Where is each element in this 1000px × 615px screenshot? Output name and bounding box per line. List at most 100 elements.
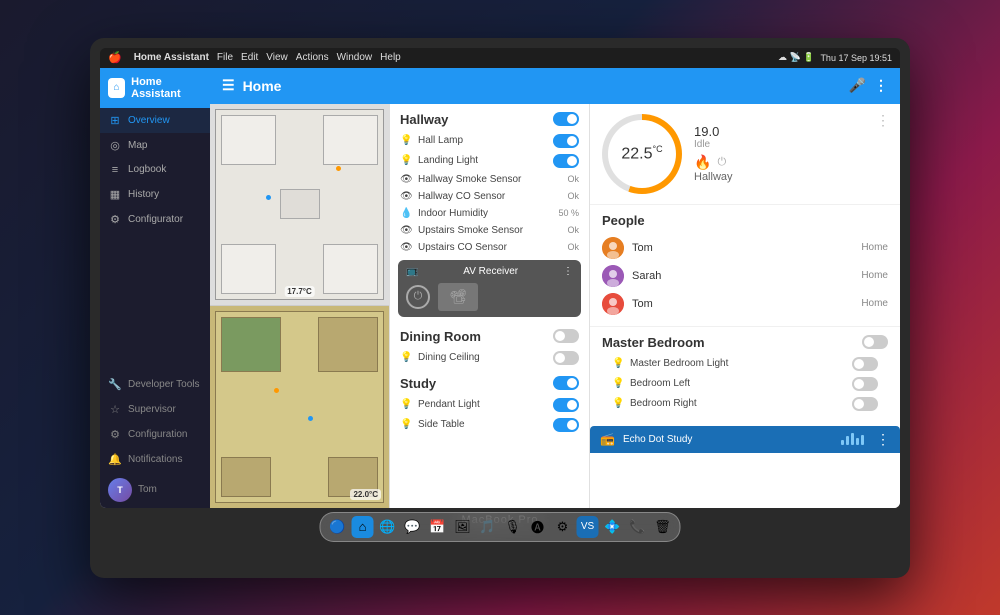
dock-podcasts[interactable]: 🎙 bbox=[502, 516, 524, 538]
dock-trash[interactable]: 🗑 bbox=[652, 516, 674, 538]
hallway-header: Hallway bbox=[390, 104, 589, 131]
menu-actions[interactable]: Actions bbox=[296, 52, 329, 63]
bar-5 bbox=[861, 435, 864, 445]
configurator-label: Configurator bbox=[128, 214, 183, 225]
dock-discord[interactable]: 💠 bbox=[602, 516, 624, 538]
upstairs-co-icon: 👁 bbox=[400, 242, 412, 253]
hallway-main-toggle[interactable] bbox=[553, 112, 579, 126]
humidity-icon: 💧 bbox=[400, 208, 412, 219]
landing-light-toggle[interactable] bbox=[553, 154, 579, 168]
master-light-toggle[interactable] bbox=[852, 357, 878, 371]
thermo-status: Idle bbox=[694, 139, 733, 150]
menu-help[interactable]: Help bbox=[380, 52, 401, 63]
screen: 🍎 Home Assistant File Edit View Actions … bbox=[100, 48, 900, 508]
landing-light-name: Landing Light bbox=[418, 155, 547, 166]
study-toggle[interactable] bbox=[553, 376, 579, 390]
echo-dot-bar[interactable]: 📻 Echo Dot Study ⋮ bbox=[590, 426, 900, 453]
thermostat-menu[interactable]: ⋮ bbox=[876, 112, 890, 129]
thermo-info: 19.0 Idle 🔥 ⏻ Hallway bbox=[694, 124, 733, 183]
menu-bar: 🍎 Home Assistant File Edit View Actions … bbox=[100, 48, 900, 68]
sidebar: ⌂ Home Assistant ⊞ Overview ◎ Map ≡ Logb… bbox=[100, 68, 210, 508]
av-card-body: ⏻ 📽 bbox=[406, 283, 573, 311]
dock-appstore[interactable]: 🅐 bbox=[527, 516, 549, 538]
person-row-tom1: Tom Home bbox=[602, 234, 888, 262]
person-photo-sarah bbox=[602, 265, 624, 287]
thermostat-circle: 22.5°C bbox=[602, 114, 682, 194]
upstairs-smoke-name: Upstairs Smoke Sensor bbox=[418, 225, 561, 236]
hall-lamp-row: 💡 Hall Lamp bbox=[390, 131, 589, 151]
sidebar-item-logbook[interactable]: ≡ Logbook bbox=[100, 158, 210, 182]
upstairs-smoke-row: 👁 Upstairs Smoke Sensor Ok bbox=[390, 222, 589, 239]
apple-logo: 🍎 bbox=[108, 51, 122, 64]
hamburger-icon[interactable]: ☰ bbox=[222, 77, 235, 94]
master-light-row: 💡 Master Bedroom Light bbox=[602, 354, 888, 374]
dock-settings[interactable]: ⚙ bbox=[552, 516, 574, 538]
smoke-sensor-icon: 👁 bbox=[400, 174, 412, 185]
sidebar-item-configurator[interactable]: ⚙ Configurator bbox=[100, 207, 210, 232]
dining-room-header: Dining Room bbox=[390, 321, 589, 348]
bar-2 bbox=[846, 436, 849, 445]
sidebar-item-map[interactable]: ◎ Map bbox=[100, 133, 210, 158]
landing-light-row: 💡 Landing Light bbox=[390, 151, 589, 171]
floor-top-temp: 17.7°C bbox=[284, 286, 315, 297]
supervisor-icon: ☆ bbox=[108, 403, 122, 416]
av-power-button[interactable]: ⏻ bbox=[406, 285, 430, 309]
main-content: ☰ Home 🎤 ⋮ bbox=[210, 68, 900, 508]
echo-more-icon[interactable]: ⋮ bbox=[876, 431, 890, 448]
sidebar-item-notifications[interactable]: 🔔 Notifications bbox=[100, 447, 210, 472]
echo-dot-icon: 📻 bbox=[600, 432, 615, 446]
floor-plans: 17.7°C bbox=[210, 104, 390, 508]
menu-view[interactable]: View bbox=[266, 52, 288, 63]
laptop-frame: 🍎 Home Assistant File Edit View Actions … bbox=[90, 38, 910, 578]
co-sensor-icon: 👁 bbox=[400, 191, 412, 202]
sidebar-item-developer[interactable]: 🔧 Developer Tools bbox=[100, 372, 210, 397]
sidebar-item-user[interactable]: T Tom bbox=[100, 472, 210, 508]
menu-window[interactable]: Window bbox=[337, 52, 373, 63]
bedroom-right-toggle[interactable] bbox=[852, 397, 878, 411]
mic-icon[interactable]: 🎤 bbox=[849, 77, 866, 94]
sidebar-item-configuration[interactable]: ⚙ Configuration bbox=[100, 422, 210, 447]
dock-photos[interactable]: 🖼 bbox=[452, 516, 474, 538]
power-icon[interactable]: ⏻ bbox=[717, 156, 726, 169]
av-more-icon[interactable]: ⋮ bbox=[563, 266, 573, 277]
dock-music[interactable]: 🎵 bbox=[477, 516, 499, 538]
sidebar-item-history[interactable]: ▦ History bbox=[100, 182, 210, 207]
sidebar-item-supervisor[interactable]: ☆ Supervisor bbox=[100, 397, 210, 422]
dining-ceiling-toggle[interactable] bbox=[553, 351, 579, 365]
bedroom-left-icon: 💡 bbox=[612, 378, 624, 389]
bedroom-main-toggle[interactable] bbox=[862, 335, 888, 349]
sidebar-bottom: 🔧 Developer Tools ☆ Supervisor ⚙ Configu… bbox=[100, 372, 210, 508]
person-avatar-tom2 bbox=[602, 293, 624, 315]
menu-edit[interactable]: Edit bbox=[241, 52, 258, 63]
menu-file[interactable]: File bbox=[217, 52, 233, 63]
dock-calendar[interactable]: 📅 bbox=[427, 516, 449, 538]
hall-lamp-toggle[interactable] bbox=[553, 134, 579, 148]
person-avatar-sarah bbox=[602, 265, 624, 287]
dock-skype[interactable]: 📞 bbox=[627, 516, 649, 538]
side-table-icon: 💡 bbox=[400, 419, 412, 430]
smoke-sensor-val: Ok bbox=[567, 174, 579, 184]
clock: Thu 17 Sep 19:51 bbox=[820, 53, 892, 63]
logbook-label: Logbook bbox=[128, 164, 166, 175]
av-media-display: 📽 bbox=[438, 283, 478, 311]
pendant-toggle[interactable] bbox=[553, 398, 579, 412]
sidebar-item-overview[interactable]: ⊞ Overview bbox=[100, 108, 210, 133]
dining-room-toggle[interactable] bbox=[553, 329, 579, 343]
content-area: 17.7°C bbox=[210, 104, 900, 508]
dock-vscode[interactable]: VS bbox=[577, 516, 599, 538]
user-name: Tom bbox=[138, 484, 157, 495]
bedroom-left-toggle[interactable] bbox=[852, 377, 878, 391]
dock-messages[interactable]: 💬 bbox=[402, 516, 424, 538]
developer-icon: 🔧 bbox=[108, 378, 122, 391]
dock-chrome[interactable]: 🌐 bbox=[377, 516, 399, 538]
configurator-icon: ⚙ bbox=[108, 213, 122, 226]
more-options-icon[interactable]: ⋮ bbox=[874, 77, 888, 94]
dock-finder[interactable]: 🔵 bbox=[327, 516, 349, 538]
floor-plan-top: 17.7°C bbox=[210, 104, 389, 307]
dock-ha[interactable]: ⌂ bbox=[352, 516, 374, 538]
bedroom-left-name: Bedroom Left bbox=[630, 378, 846, 389]
bedroom-title: Master Bedroom bbox=[602, 335, 888, 350]
side-table-toggle[interactable] bbox=[553, 418, 579, 432]
upstairs-co-val: Ok bbox=[567, 242, 579, 252]
sidebar-header: ⌂ Home Assistant bbox=[100, 68, 210, 108]
